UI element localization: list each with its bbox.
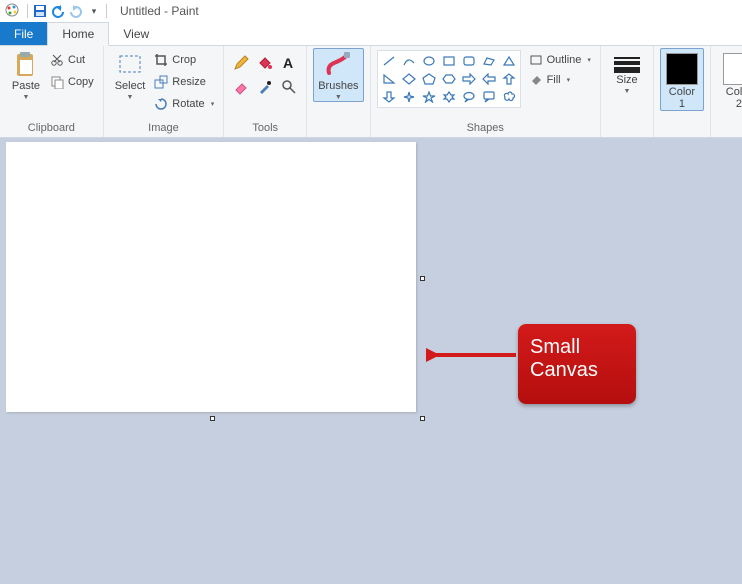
magnifier-tool[interactable]: [278, 76, 300, 98]
resize-handle-right[interactable]: [420, 276, 425, 281]
brush-icon: [324, 51, 352, 79]
app-icon: [4, 2, 20, 21]
shape-hexagon[interactable]: [440, 71, 458, 87]
annotation-callout: Small Canvas: [518, 324, 636, 404]
group-label: Clipboard: [6, 120, 97, 137]
group-size: Size ▼: [601, 46, 654, 137]
copy-icon: [49, 74, 65, 90]
outline-icon: [528, 52, 544, 68]
resize-button[interactable]: Resize: [150, 72, 217, 92]
crop-button[interactable]: Crop: [150, 50, 217, 70]
select-icon: [116, 51, 144, 79]
save-button[interactable]: [31, 2, 49, 20]
separator: [106, 4, 107, 18]
title-bar: ▾ Untitled - Paint: [0, 0, 742, 22]
shape-arrow-r[interactable]: [460, 71, 478, 87]
shape-pentagon[interactable]: [420, 71, 438, 87]
group-brushes: Brushes ▼: [307, 46, 370, 137]
resize-handle-corner[interactable]: [420, 416, 425, 421]
undo-button[interactable]: [49, 2, 67, 20]
rotate-button[interactable]: Rotate: [150, 94, 217, 114]
group-label: [660, 120, 704, 137]
tab-home[interactable]: Home: [47, 22, 109, 46]
fill-icon: [528, 72, 544, 88]
group-image: Select ▼ Crop Resize Rotate Image: [104, 46, 225, 137]
svg-text:A: A: [283, 55, 293, 71]
group-clipboard: Paste ▼ Cut Copy Clipboard: [0, 46, 104, 137]
shape-diamond[interactable]: [400, 71, 418, 87]
annotation-arrow: [426, 343, 518, 367]
size-button[interactable]: Size ▼: [607, 48, 647, 96]
shape-4star[interactable]: [400, 89, 418, 105]
shape-polygon[interactable]: [480, 53, 498, 69]
select-button[interactable]: Select ▼: [110, 48, 151, 102]
chevron-down-icon: ▼: [335, 94, 342, 101]
group-color2: Color 2: [711, 46, 742, 137]
group-label: Shapes: [377, 120, 594, 137]
shape-triangle[interactable]: [500, 53, 518, 69]
shape-6star[interactable]: [440, 89, 458, 105]
annotation-line2: Canvas: [530, 359, 624, 382]
group-shapes: Outline Fill Shapes: [371, 46, 601, 137]
group-color1: Color 1: [654, 46, 711, 137]
shape-gallery[interactable]: [377, 50, 521, 108]
color-picker-tool[interactable]: [254, 76, 276, 98]
brushes-button[interactable]: Brushes ▼: [313, 48, 363, 102]
color1-button[interactable]: Color 1: [660, 48, 704, 111]
chevron-down-icon: ▼: [623, 88, 630, 95]
shape-line[interactable]: [380, 53, 398, 69]
group-tools: A Tools: [224, 46, 307, 137]
paste-button[interactable]: Paste ▼: [6, 48, 46, 102]
pencil-tool[interactable]: [230, 52, 252, 74]
chevron-down-icon: ▼: [127, 94, 134, 101]
eraser-tool[interactable]: [230, 76, 252, 98]
clipboard-icon: [12, 51, 40, 79]
copy-button[interactable]: Copy: [46, 72, 97, 92]
group-label: Image: [110, 120, 218, 137]
shape-callout-rnd[interactable]: [460, 89, 478, 105]
shape-arrow-l[interactable]: [480, 71, 498, 87]
shape-callout-rect[interactable]: [480, 89, 498, 105]
tab-view[interactable]: View: [109, 22, 163, 45]
chevron-down-icon: ▼: [23, 94, 30, 101]
work-area: Small Canvas: [0, 138, 742, 584]
shape-5star[interactable]: [420, 89, 438, 105]
group-label: Tools: [230, 120, 300, 137]
fill-tool[interactable]: [254, 52, 276, 74]
size-icon: [614, 57, 640, 73]
fill-button[interactable]: Fill: [525, 70, 594, 90]
shape-oval[interactable]: [420, 53, 438, 69]
resize-handle-bottom[interactable]: [210, 416, 215, 421]
shape-rect[interactable]: [440, 53, 458, 69]
shape-round-rect[interactable]: [460, 53, 478, 69]
shape-right-tri[interactable]: [380, 71, 398, 87]
window-title: Untitled - Paint: [120, 4, 199, 18]
canvas[interactable]: [6, 142, 416, 412]
ribbon: Paste ▼ Cut Copy Clipboard Select ▼: [0, 46, 742, 138]
group-label: [607, 120, 647, 137]
shape-curve[interactable]: [400, 53, 418, 69]
redo-button[interactable]: [67, 2, 85, 20]
color1-swatch: [666, 53, 698, 85]
annotation-line1: Small: [530, 336, 624, 359]
crop-icon: [153, 52, 169, 68]
group-label: [717, 120, 742, 137]
cut-button[interactable]: Cut: [46, 50, 97, 70]
color2-swatch: [723, 53, 742, 85]
resize-icon: [153, 74, 169, 90]
shape-callout-cloud[interactable]: [500, 89, 518, 105]
tab-file[interactable]: File: [0, 22, 47, 45]
separator: [27, 4, 28, 18]
rotate-icon: [153, 96, 169, 112]
customize-qat-button[interactable]: ▾: [85, 2, 103, 20]
text-tool[interactable]: A: [278, 52, 300, 74]
color2-button[interactable]: Color 2: [717, 48, 742, 111]
outline-button[interactable]: Outline: [525, 50, 594, 70]
shape-arrow-d[interactable]: [380, 89, 398, 105]
shape-arrow-u[interactable]: [500, 71, 518, 87]
scissors-icon: [49, 52, 65, 68]
tab-row: File Home View: [0, 22, 742, 46]
group-label: [313, 120, 363, 137]
